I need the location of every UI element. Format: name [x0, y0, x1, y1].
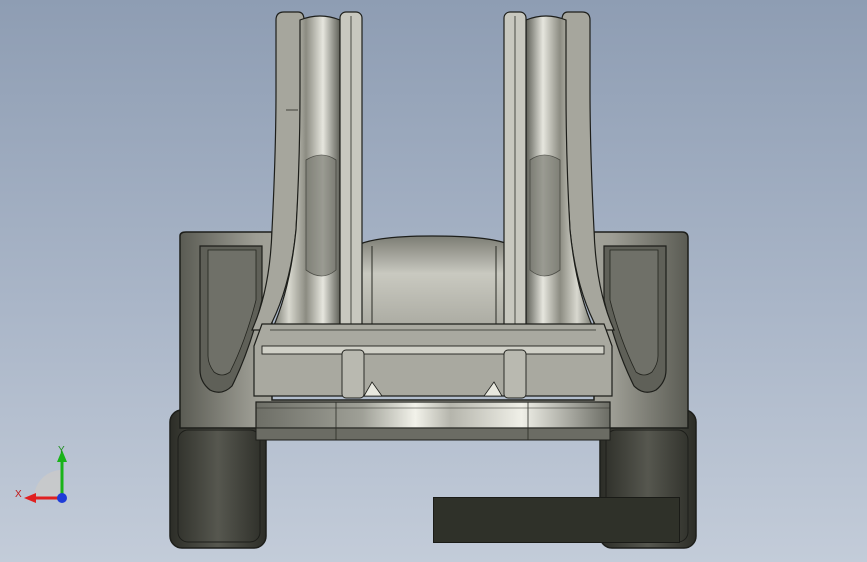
- left-foot: [169, 409, 267, 549]
- crossbeam: [253, 323, 613, 399]
- x-axis-head: [24, 493, 36, 503]
- y-axis-label: Y: [58, 445, 65, 456]
- left-arm: [251, 11, 363, 331]
- x-axis-label: X: [15, 489, 22, 500]
- orientation-triad: Y X: [15, 445, 67, 503]
- center-saddle: [359, 235, 509, 331]
- front-bar: [255, 401, 611, 441]
- part-model[interactable]: [0, 0, 867, 562]
- z-axis-dot: [57, 493, 67, 503]
- redacted-block: [433, 497, 680, 543]
- triad-plane: [34, 470, 62, 498]
- cad-viewport[interactable]: Y X: [0, 0, 867, 562]
- right-arm: [503, 11, 615, 331]
